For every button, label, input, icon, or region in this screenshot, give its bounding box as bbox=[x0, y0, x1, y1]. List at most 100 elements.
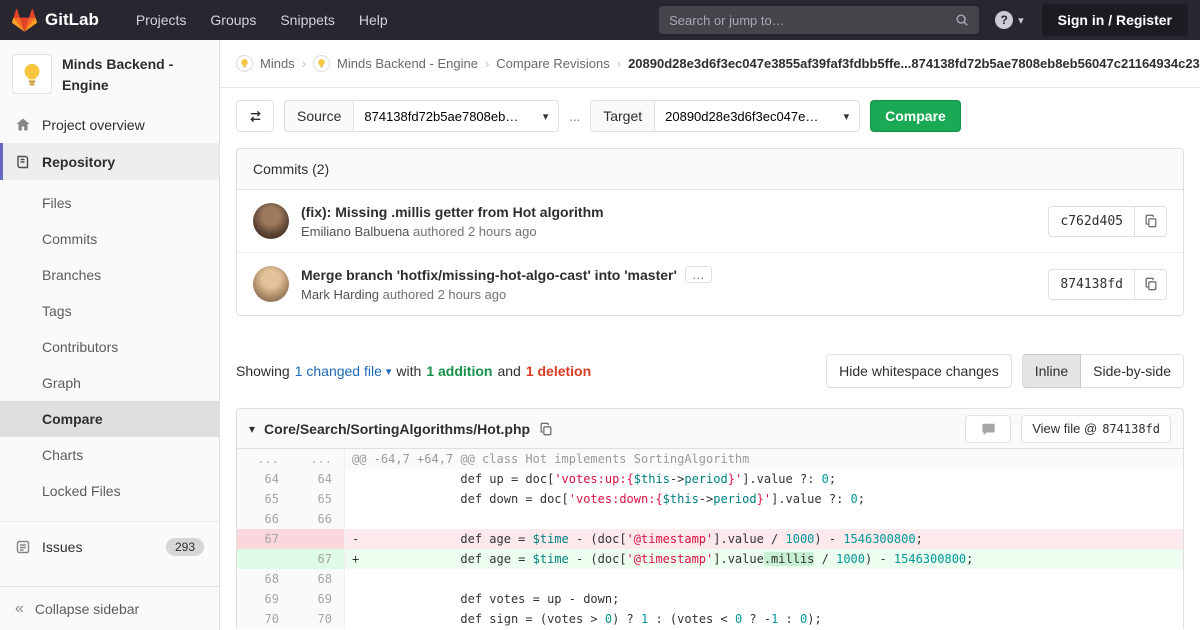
repository-sub-menu: Files Commits Branches Tags Contributors… bbox=[0, 180, 219, 515]
diff-summary-text: Showing 1 changed file ▾ with 1 addition… bbox=[236, 363, 591, 379]
group-avatar[interactable] bbox=[236, 55, 253, 72]
commit-sha-group: c762d405 bbox=[1048, 205, 1167, 237]
sign-in-button[interactable]: Sign in / Register bbox=[1041, 4, 1188, 36]
commit-sha[interactable]: 874138fd bbox=[1048, 268, 1135, 300]
global-search bbox=[659, 6, 980, 34]
search-input[interactable] bbox=[669, 12, 956, 28]
target-revision-dropdown[interactable]: 20890d28e3d6f3ec047e… ▾ bbox=[655, 100, 861, 132]
copy-icon bbox=[1144, 277, 1158, 291]
collapse-icon: « bbox=[15, 599, 24, 617]
changed-files-dropdown[interactable]: 1 changed file ▾ bbox=[295, 363, 392, 379]
view-file-button[interactable]: View file @ 874138fd bbox=[1021, 414, 1171, 443]
chevron-down-icon: ▾ bbox=[843, 110, 850, 123]
expand-commit-message-button[interactable]: … bbox=[684, 266, 712, 283]
new-line-number[interactable] bbox=[291, 529, 345, 549]
old-line-number[interactable]: 68 bbox=[237, 569, 291, 589]
view-file-label: View file @ bbox=[1032, 421, 1098, 436]
sidebar-item-files[interactable]: Files bbox=[0, 185, 219, 221]
breadcrumb-group-link[interactable]: Minds bbox=[260, 56, 295, 71]
changed-files-label: 1 changed file bbox=[294, 363, 382, 379]
target-revision-value: 20890d28e3d6f3ec047e… bbox=[665, 108, 819, 124]
copy-sha-button[interactable] bbox=[1135, 205, 1167, 237]
new-line-number[interactable]: 67 bbox=[291, 549, 345, 569]
old-line-number[interactable]: 69 bbox=[237, 589, 291, 609]
gitlab-tanuki-icon bbox=[12, 8, 37, 33]
sidebar-item-branches[interactable]: Branches bbox=[0, 257, 219, 293]
old-line-number[interactable]: 65 bbox=[237, 489, 291, 509]
swap-icon bbox=[248, 109, 263, 124]
revision-range-dots: ... bbox=[569, 108, 581, 124]
sidebar-item-project-overview[interactable]: Project overview bbox=[0, 106, 219, 143]
copy-icon bbox=[1144, 214, 1158, 228]
project-context[interactable]: Minds Backend - Engine bbox=[0, 40, 219, 106]
old-line-number[interactable]: 67 bbox=[237, 529, 291, 549]
new-line-number[interactable]: 70 bbox=[291, 609, 345, 629]
toggle-comments-button[interactable] bbox=[965, 414, 1012, 443]
code-line: @@ -64,7 +64,7 @@ class Hot implements S… bbox=[345, 449, 1183, 469]
old-line-number[interactable] bbox=[237, 549, 291, 569]
source-revision-dropdown[interactable]: 874138fd72b5ae7808eb… ▾ bbox=[354, 100, 560, 132]
sidebar-item-graph[interactable]: Graph bbox=[0, 365, 219, 401]
new-line-number[interactable]: 66 bbox=[291, 509, 345, 529]
nav-projects[interactable]: Projects bbox=[125, 6, 198, 34]
project-avatar-small[interactable] bbox=[313, 55, 331, 72]
new-line-number[interactable]: 64 bbox=[291, 469, 345, 489]
breadcrumb-project-link[interactable]: Minds Backend - Engine bbox=[337, 56, 478, 71]
author-avatar[interactable] bbox=[253, 203, 289, 239]
old-line-number[interactable]: 66 bbox=[237, 509, 291, 529]
project-sidebar: Minds Backend - Engine Project overview … bbox=[0, 40, 220, 630]
copy-file-path-button[interactable] bbox=[539, 422, 553, 436]
old-line-number[interactable]: 64 bbox=[237, 469, 291, 489]
diff-line: 64 64 def up = doc['votes:up:{$this->peri… bbox=[237, 469, 1183, 489]
commit-author[interactable]: Mark Harding bbox=[301, 287, 379, 302]
collapse-sidebar-button[interactable]: « Collapse sidebar bbox=[0, 586, 219, 630]
new-line-number[interactable]: 65 bbox=[291, 489, 345, 509]
sidebar-item-repository[interactable]: Repository bbox=[0, 143, 219, 180]
lightbulb-icon bbox=[241, 59, 248, 68]
collapse-diff-caret-icon[interactable]: ▾ bbox=[249, 422, 255, 436]
diff-line: 68 68 bbox=[237, 569, 1183, 589]
sidebar-item-contributors[interactable]: Contributors bbox=[0, 329, 219, 365]
compare-button[interactable]: Compare bbox=[870, 100, 961, 132]
sidebar-item-compare[interactable]: Compare bbox=[0, 401, 219, 437]
nav-groups[interactable]: Groups bbox=[199, 6, 267, 34]
side-by-side-view-button[interactable]: Side-by-side bbox=[1081, 354, 1184, 388]
diff-line: 67 - def age = $time - (doc['@timestamp']… bbox=[237, 529, 1183, 549]
sidebar-item-issues[interactable]: Issues 293 bbox=[0, 528, 219, 565]
search-icon bbox=[955, 13, 969, 27]
breadcrumb-separator-icon: › bbox=[484, 56, 490, 71]
commit-row: (fix): Missing .millis getter from Hot a… bbox=[237, 190, 1183, 252]
help-menu[interactable]: ? ▾ bbox=[995, 11, 1024, 29]
commit-authored-time: authored 2 hours ago bbox=[413, 223, 537, 239]
new-line-number[interactable]: 69 bbox=[291, 589, 345, 609]
breadcrumb: Minds › Minds Backend - Engine › Compare… bbox=[220, 40, 1200, 88]
swap-revisions-button[interactable] bbox=[236, 100, 274, 132]
old-line-number[interactable]: ... bbox=[237, 449, 291, 469]
breadcrumb-compare-link[interactable]: Compare Revisions bbox=[496, 56, 609, 71]
diff-line: 69 69 def votes = up - down; bbox=[237, 589, 1183, 609]
sidebar-item-charts[interactable]: Charts bbox=[0, 437, 219, 473]
commit-sha[interactable]: c762d405 bbox=[1048, 205, 1135, 237]
gitlab-home-link[interactable]: GitLab bbox=[12, 8, 99, 33]
chevron-down-icon: ▾ bbox=[385, 365, 392, 378]
copy-sha-button[interactable] bbox=[1135, 268, 1167, 300]
commit-title[interactable]: (fix): Missing .millis getter from Hot a… bbox=[301, 204, 604, 220]
new-line-number[interactable]: 68 bbox=[291, 569, 345, 589]
source-revision-value: 874138fd72b5ae7808eb… bbox=[364, 108, 519, 124]
diff-file-path[interactable]: Core/Search/SortingAlgorithms/Hot.php bbox=[264, 421, 530, 437]
sidebar-item-label: Project overview bbox=[42, 116, 145, 133]
commit-author[interactable]: Emiliano Balbuena bbox=[301, 224, 409, 239]
sidebar-item-tags[interactable]: Tags bbox=[0, 293, 219, 329]
author-avatar[interactable] bbox=[253, 266, 289, 302]
commit-title[interactable]: Merge branch 'hotfix/missing-hot-algo-ca… bbox=[301, 266, 712, 283]
nav-help[interactable]: Help bbox=[348, 6, 399, 34]
navbar-menu: Projects Groups Snippets Help bbox=[125, 6, 399, 34]
nav-snippets[interactable]: Snippets bbox=[269, 6, 345, 34]
old-line-number[interactable]: 70 bbox=[237, 609, 291, 629]
diff-line: 66 66 bbox=[237, 509, 1183, 529]
sidebar-item-locked-files[interactable]: Locked Files bbox=[0, 473, 219, 509]
sidebar-item-commits[interactable]: Commits bbox=[0, 221, 219, 257]
inline-view-button[interactable]: Inline bbox=[1021, 354, 1082, 388]
hide-whitespace-button[interactable]: Hide whitespace changes bbox=[826, 354, 1012, 388]
new-line-number[interactable]: ... bbox=[291, 449, 345, 469]
